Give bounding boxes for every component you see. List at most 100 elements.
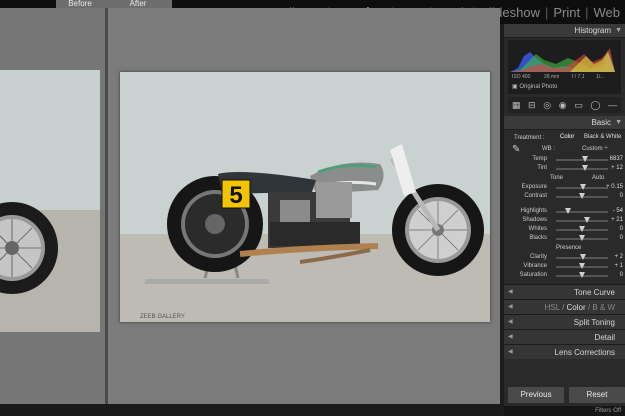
highlights-label: Highlights bbox=[520, 208, 547, 214]
tint-slider-thumb[interactable] bbox=[582, 165, 589, 171]
vibrance-label: Vibrance bbox=[523, 263, 547, 269]
adjustment-brush-icon[interactable]: — bbox=[608, 100, 617, 110]
detail-panel[interactable]: ◀ Detail bbox=[504, 329, 625, 344]
blacks-value[interactable]: 0 bbox=[620, 235, 623, 241]
before-tab[interactable]: Before bbox=[56, 0, 104, 8]
after-motorcycle-illustration: 5 ZEEB GALLERY bbox=[120, 72, 490, 322]
before-pane[interactable] bbox=[0, 8, 105, 416]
exposure-slider-thumb[interactable] bbox=[580, 184, 587, 190]
temp-slider-track[interactable] bbox=[556, 156, 608, 162]
reset-button[interactable]: Reset bbox=[568, 386, 625, 404]
treatment-color-option[interactable]: Color bbox=[560, 134, 574, 140]
blacks-slider-track[interactable] bbox=[556, 235, 608, 241]
shadows-slider-track[interactable] bbox=[556, 217, 608, 223]
filters-status[interactable]: Filters Off bbox=[504, 406, 625, 416]
clarity-slider-track[interactable] bbox=[556, 254, 608, 260]
blacks-slider-row[interactable]: Blacks 0 bbox=[504, 234, 625, 243]
expand-triangle-icon[interactable]: ◀ bbox=[508, 345, 513, 360]
original-photo-label: ▣ Original Photo bbox=[512, 84, 558, 90]
vibrance-slider-track[interactable] bbox=[556, 263, 608, 269]
graduated-filter-icon[interactable]: ▭ bbox=[574, 100, 583, 111]
tint-slider-track[interactable] bbox=[556, 165, 608, 171]
highlights-value[interactable]: - 54 bbox=[613, 208, 623, 214]
tone-auto-button[interactable]: Auto bbox=[592, 175, 604, 181]
temp-slider-thumb[interactable] bbox=[581, 156, 588, 162]
whites-value[interactable]: 0 bbox=[620, 226, 623, 232]
temp-value[interactable]: 6837 bbox=[610, 156, 623, 162]
highlights-slider-row[interactable]: Highlights - 54 bbox=[504, 207, 625, 216]
exposure-label: Exposure bbox=[521, 184, 547, 190]
grid-icon[interactable]: ▦ bbox=[512, 100, 521, 111]
temp-slider-row[interactable]: Temp 6837 bbox=[504, 155, 625, 164]
clarity-slider-row[interactable]: Clarity + 2 bbox=[504, 253, 625, 262]
contrast-value[interactable]: 0 bbox=[620, 193, 623, 199]
highlights-slider-thumb[interactable] bbox=[564, 208, 571, 214]
clarity-slider-thumb[interactable] bbox=[579, 254, 586, 260]
histogram-shutter: 1/... bbox=[596, 74, 605, 80]
whites-slider-row[interactable]: Whites 0 bbox=[504, 225, 625, 234]
previous-button[interactable]: Previous bbox=[507, 386, 565, 404]
saturation-value[interactable]: 0 bbox=[620, 272, 623, 278]
radial-filter-icon[interactable]: ◯ bbox=[590, 100, 600, 111]
saturation-slider-track[interactable] bbox=[556, 272, 608, 278]
blacks-slider-thumb[interactable] bbox=[579, 235, 585, 241]
wb-value-text: Custom bbox=[582, 146, 603, 152]
after-tab[interactable]: After bbox=[104, 0, 172, 8]
eyedropper-icon[interactable]: ✎ bbox=[512, 144, 520, 155]
expand-triangle-icon[interactable]: ◀ bbox=[508, 285, 513, 300]
exposure-slider-row[interactable]: Exposure + 0.15 bbox=[504, 183, 625, 192]
wb-label: WB : bbox=[542, 146, 555, 152]
expand-triangle-icon[interactable]: ◀ bbox=[508, 315, 513, 330]
wb-select[interactable]: Custom ÷ bbox=[582, 146, 608, 152]
expand-triangle-icon[interactable]: ◀ bbox=[508, 330, 513, 345]
white-balance-row: ✎ WB : Custom ÷ bbox=[504, 144, 625, 155]
saturation-slider-row[interactable]: Saturation 0 bbox=[504, 271, 625, 280]
hsl-tab[interactable]: HSL bbox=[545, 303, 560, 312]
spot-removal-icon[interactable]: ◎ bbox=[543, 100, 551, 111]
vibrance-slider-row[interactable]: Vibrance + 1 bbox=[504, 262, 625, 271]
histogram[interactable]: ISO 400 28 mm f / 7.1 1/... ▣ Original P… bbox=[508, 40, 621, 94]
tint-slider-row[interactable]: Tint + 12 bbox=[504, 164, 625, 173]
basic-header[interactable]: Basic ▼ bbox=[504, 116, 625, 130]
whites-slider-track[interactable] bbox=[556, 226, 608, 232]
contrast-slider-row[interactable]: Contrast 0 bbox=[504, 192, 625, 201]
exposure-slider-track[interactable] bbox=[556, 184, 608, 190]
contrast-slider-thumb[interactable] bbox=[579, 193, 585, 199]
tone-curve-panel[interactable]: ◀ Tone Curve bbox=[504, 284, 625, 299]
red-eye-icon[interactable]: ◉ bbox=[559, 100, 567, 111]
vibrance-slider-thumb[interactable] bbox=[579, 263, 585, 269]
split-toning-panel[interactable]: ◀ Split Toning bbox=[504, 314, 625, 329]
after-pane[interactable]: 5 ZEEB GALLERY bbox=[108, 8, 500, 416]
lens-corrections-title: Lens Corrections bbox=[554, 348, 615, 357]
shadows-label: Shadows bbox=[522, 217, 547, 223]
before-motorcycle-illustration bbox=[0, 70, 100, 332]
color-tab[interactable]: Color bbox=[567, 303, 586, 312]
module-print[interactable]: Print bbox=[548, 5, 585, 20]
crop-icon[interactable]: ⊟ bbox=[528, 100, 536, 111]
whites-slider-thumb[interactable] bbox=[579, 226, 585, 232]
tool-strip: ▦ ⊟ ◎ ◉ ▭ ◯ — bbox=[508, 97, 621, 113]
photo-watermark: ZEEB GALLERY bbox=[140, 314, 185, 320]
bw-tab[interactable]: B & W bbox=[592, 303, 615, 312]
treatment-bw-option[interactable]: Black & White bbox=[584, 134, 621, 140]
histogram-graph bbox=[510, 48, 615, 72]
hsl-color-bw-panel[interactable]: ◀ HSL / Color / B & W bbox=[504, 299, 625, 314]
clarity-value[interactable]: + 2 bbox=[614, 254, 623, 260]
vibrance-value[interactable]: + 1 bbox=[614, 263, 623, 269]
shadows-value[interactable]: + 21 bbox=[611, 217, 623, 223]
collapse-triangle-icon[interactable]: ▼ bbox=[615, 116, 622, 130]
saturation-slider-thumb[interactable] bbox=[579, 272, 585, 278]
collapse-triangle-icon[interactable]: ▼ bbox=[615, 24, 622, 38]
shadows-slider-row[interactable]: Shadows + 21 bbox=[504, 216, 625, 225]
module-web[interactable]: Web bbox=[589, 5, 625, 20]
tint-value[interactable]: + 12 bbox=[611, 165, 623, 171]
tone-section: Tone Auto bbox=[504, 173, 625, 183]
exposure-value[interactable]: + 0.15 bbox=[606, 184, 623, 190]
histogram-header[interactable]: Histogram ▼ bbox=[504, 24, 625, 38]
expand-triangle-icon[interactable]: ◀ bbox=[508, 300, 513, 315]
contrast-slider-track[interactable] bbox=[556, 193, 608, 199]
highlights-slider-track[interactable] bbox=[556, 208, 608, 214]
whites-label: Whites bbox=[528, 226, 547, 232]
shadows-slider-thumb[interactable] bbox=[584, 217, 591, 223]
lens-corrections-panel[interactable]: ◀ Lens Corrections bbox=[504, 344, 625, 359]
